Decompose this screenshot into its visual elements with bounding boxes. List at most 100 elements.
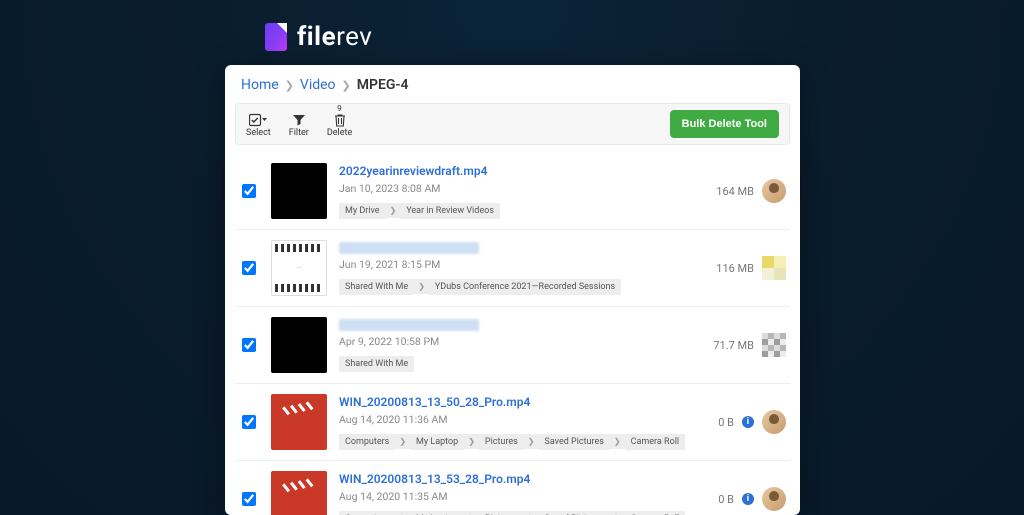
file-path: My Drive❯Year in Review Videos [339,203,704,219]
file-row: WIN_20200813_13_50_28_Pro.mp4 Aug 14, 202… [235,384,790,461]
file-date: Jun 19, 2021 8:15 PM [339,258,704,271]
filter-label: Filter [289,128,309,138]
path-segment[interactable]: Pictures [479,434,524,450]
file-meta: Jun 19, 2021 8:15 PM Shared With Me❯YDubs… [339,242,704,295]
row-right: 0 B i [718,410,786,434]
path-segment[interactable]: Computers [339,434,395,450]
toolbar: Select Filter 9 Delete Bulk Delete Tool [235,103,790,145]
thumbnail[interactable] [271,163,327,219]
bulk-delete-button[interactable]: Bulk Delete Tool [670,110,779,138]
path-segment[interactable]: Year in Review Videos [400,203,500,219]
path-segment[interactable]: Pictures [479,511,524,515]
path-segment[interactable]: Saved Pictures [538,434,609,450]
logo-text: filerev [297,22,372,52]
row-checkbox[interactable] [242,184,256,198]
chevron-right-icon: ❯ [610,511,625,515]
chevron-right-icon: ❯ [395,434,410,449]
path-segment[interactable]: Computers [339,511,395,515]
owner-avatar[interactable] [762,487,786,511]
owner-avatar[interactable] [762,179,786,203]
logo-icon [265,23,287,51]
file-name[interactable]: WIN_20200813_13_53_28_Pro.mp4 [339,472,706,486]
path-segment[interactable]: Camera Roll [625,511,685,515]
row-right: 116 MB [716,256,786,280]
chevron-right-icon: ❯ [610,434,625,449]
file-list: 2022yearinreviewdraft.mp4 Jan 10, 2023 8:… [235,153,790,515]
file-size: 0 B [718,416,734,429]
path-segment[interactable]: Shared With Me [339,356,414,372]
path-segment[interactable]: Shared With Me [339,279,414,295]
row-checkbox[interactable] [242,261,256,275]
info-icon[interactable]: i [742,416,754,428]
file-row: WIN_20200813_13_53_28_Pro.mp4 Aug 14, 202… [235,461,790,515]
chevron-right-icon: ❯ [464,434,479,449]
delete-count-badge: 9 [337,104,342,113]
chevron-right-icon: ❯ [395,511,410,515]
delete-tool[interactable]: 9 Delete [327,112,352,138]
chevron-right-icon: ❯ [285,79,294,92]
thumbnail[interactable]: ... [271,240,327,296]
chevron-right-icon: ❯ [464,511,479,515]
file-path: Shared With Me❯YDubs Conference 2021—Rec… [339,279,704,295]
chevron-right-icon: ❯ [524,434,539,449]
path-segment[interactable]: My Laptop [410,434,464,450]
thumbnail[interactable] [271,471,327,515]
filter-icon [292,112,306,128]
main-panel: Home ❯ Video ❯ MPEG-4 Select Filter 9 [225,65,800,515]
path-segment[interactable]: My Drive [339,203,386,219]
file-date: Apr 9, 2022 10:58 PM [339,335,701,348]
file-name[interactable]: 2022yearinreviewdraft.mp4 [339,164,704,178]
path-segment[interactable]: My Laptop [410,511,464,515]
file-path: Computers❯My Laptop❯Pictures❯Saved Pictu… [339,511,706,515]
breadcrumb-home[interactable]: Home [241,77,279,93]
delete-label: Delete [327,128,352,138]
row-checkbox[interactable] [242,338,256,352]
thumbnail[interactable] [271,317,327,373]
breadcrumb-video[interactable]: Video [300,77,336,93]
owner-avatar[interactable] [762,256,786,280]
row-right: 0 B i [718,487,786,511]
chevron-right-icon: ❯ [414,279,429,294]
trash-icon [334,112,346,128]
select-tool[interactable]: Select [246,112,271,138]
file-size: 71.7 MB [713,339,754,352]
row-checkbox-wrap [239,261,259,275]
app-logo: filerev [265,22,372,52]
file-meta: Apr 9, 2022 10:58 PM Shared With Me [339,319,701,372]
file-path: Computers❯My Laptop❯Pictures❯Saved Pictu… [339,434,706,450]
file-row: 2022yearinreviewdraft.mp4 Jan 10, 2023 8:… [235,153,790,230]
checkbox-dropdown-icon [249,112,267,128]
row-checkbox[interactable] [242,415,256,429]
row-checkbox-wrap [239,338,259,352]
owner-avatar[interactable] [762,410,786,434]
info-icon[interactable]: i [742,493,754,505]
breadcrumb: Home ❯ Video ❯ MPEG-4 [225,65,800,103]
file-name[interactable] [339,319,479,331]
row-checkbox-wrap [239,184,259,198]
file-date: Jan 10, 2023 8:08 AM [339,182,704,195]
file-date: Aug 14, 2020 11:36 AM [339,413,706,426]
row-checkbox-wrap [239,415,259,429]
file-name[interactable]: WIN_20200813_13_50_28_Pro.mp4 [339,395,706,409]
row-checkbox[interactable] [242,492,256,506]
row-right: 71.7 MB [713,333,786,357]
file-path: Shared With Me [339,356,701,372]
owner-avatar[interactable] [762,333,786,357]
row-checkbox-wrap [239,492,259,506]
path-segment[interactable]: Camera Roll [625,434,685,450]
path-segment[interactable]: Saved Pictures [538,511,609,515]
file-name[interactable] [339,242,479,254]
path-segment[interactable]: YDubs Conference 2021—Recorded Sessions [429,279,621,295]
file-date: Aug 14, 2020 11:35 AM [339,490,706,503]
file-size: 0 B [718,493,734,506]
filter-tool[interactable]: Filter [289,112,309,138]
chevron-right-icon: ❯ [342,79,351,92]
file-meta: WIN_20200813_13_53_28_Pro.mp4 Aug 14, 202… [339,472,706,515]
file-size: 116 MB [716,262,754,275]
file-meta: 2022yearinreviewdraft.mp4 Jan 10, 2023 8:… [339,164,704,219]
chevron-right-icon: ❯ [386,203,401,218]
file-size: 164 MB [716,185,754,198]
file-row: ... Jun 19, 2021 8:15 PM Shared With Me❯YD… [235,230,790,307]
thumbnail[interactable] [271,394,327,450]
breadcrumb-current: MPEG-4 [357,77,409,93]
